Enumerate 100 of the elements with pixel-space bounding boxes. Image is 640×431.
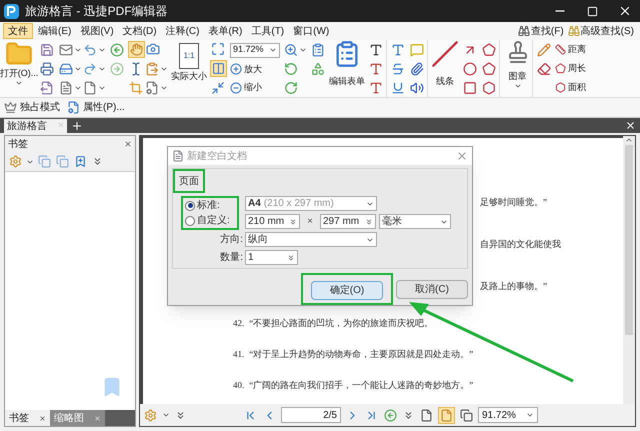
menu-item[interactable]: 编辑(E) [34,23,76,39]
single-page-icon[interactable] [420,408,433,422]
image-field-icon[interactable] [311,62,325,76]
count-spinbox[interactable]: 1 [245,250,298,266]
sound-icon[interactable] [410,80,424,94]
line-icon[interactable] [431,40,459,68]
ok-button[interactable]: 确定(O) [311,281,383,300]
text-field-icon[interactable] [369,62,383,76]
menu-item[interactable]: 工具(T) [247,23,288,39]
zoom-out-icon[interactable] [230,82,242,94]
pencil-icon[interactable] [537,42,551,56]
printer-icon[interactable] [40,62,54,76]
zoom-in-icon[interactable] [284,42,298,56]
text-box-icon[interactable] [369,42,383,56]
maximize-icon[interactable] [587,6,598,16]
scanner-icon[interactable] [59,62,73,76]
measure-button[interactable]: 距离 [568,42,586,56]
document-settings-icon[interactable] [67,101,80,114]
properties-button[interactable]: 属性(P)... [83,100,125,115]
hexagon-icon[interactable] [555,82,566,93]
form-field-icon[interactable] [311,42,325,56]
polyline-icon[interactable] [482,42,496,56]
scrollbar-thumb[interactable] [625,145,633,335]
redo-icon[interactable] [83,62,97,76]
actual-size-icon[interactable]: 1:1 [179,43,199,69]
fit-visible-icon[interactable] [211,80,225,95]
hand-tool-button[interactable] [128,41,145,58]
rotate-right-icon[interactable] [284,80,298,94]
new-page-icon[interactable] [83,80,97,94]
open-button[interactable]: 打开(O)... [0,68,38,79]
document-icon[interactable] [59,80,73,94]
callout-icon[interactable] [369,80,383,94]
menu-item[interactable]: 文档(D) [118,23,161,39]
settings-icon[interactable] [9,155,22,168]
spin-icon[interactable] [365,218,373,226]
menu-item[interactable]: 窗口(W) [289,23,334,39]
zoom-field[interactable]: 91.72% [478,407,538,423]
find-button[interactable]: 查找(F) [530,24,567,38]
rectangle-icon[interactable] [463,80,477,94]
zoom-in-button[interactable]: 放大 [244,62,262,76]
measure-button[interactable]: 周长 [568,62,586,76]
back-icon[interactable] [384,408,397,422]
document-tab[interactable]: 旅游格言 [4,119,67,133]
paperclip-icon[interactable] [410,62,424,76]
crop-icon[interactable] [129,80,143,95]
two-page-icon[interactable] [460,408,473,422]
size-dropdown[interactable]: A4 (210 x 297 mm) [245,196,377,212]
measure-button[interactable]: 面积 [568,80,586,94]
close-icon[interactable] [625,120,636,131]
zoom-field[interactable]: 91.72% [230,42,280,58]
close-icon[interactable] [618,4,632,18]
binoculars-icon[interactable] [518,25,530,37]
radio-button[interactable] [185,200,195,211]
mail-icon[interactable] [59,42,73,56]
height-spinbox[interactable]: 297 mm [320,214,376,230]
add-bookmark-icon[interactable] [74,155,87,168]
more-icon[interactable] [92,156,103,167]
polygon-icon[interactable] [482,62,496,76]
exclusive-mode-button[interactable]: 独占模式 [20,100,60,115]
menu-item[interactable]: 文件 [3,23,33,39]
crown-icon[interactable] [4,101,17,114]
zoom-out-button[interactable]: 缩小 [244,81,262,94]
new-tab-icon[interactable] [71,120,83,132]
rotate-left-icon[interactable] [284,62,298,76]
close-icon[interactable] [124,140,132,148]
undo-icon[interactable] [83,42,97,56]
cancel-button[interactable]: 取消(C) [396,280,468,298]
ellipse-icon[interactable] [463,62,477,76]
more-icon[interactable] [175,410,186,420]
continuous-page-button[interactable] [438,406,455,424]
pentagon-icon[interactable] [555,63,566,74]
menu-item[interactable]: 注释(C) [162,23,204,39]
more-icon[interactable] [403,410,414,420]
advanced-find-button[interactable]: 高级查找(S) [580,24,637,38]
camera-icon[interactable] [146,42,160,56]
scroll-up-icon[interactable] [625,136,633,144]
page-field[interactable]: 2/5 [281,407,341,423]
menu-item[interactable]: 表单(R) [204,23,246,39]
close-icon[interactable] [39,414,46,422]
strikethrough-icon[interactable] [391,62,405,76]
menu-item[interactable]: 视图(V) [76,23,118,39]
line-tool-button[interactable]: 线条 [436,74,454,88]
save-icon[interactable] [40,42,54,56]
spin-icon[interactable] [287,254,295,262]
last-page-icon[interactable] [365,408,378,422]
zoom-in-icon[interactable] [230,63,242,76]
export-icon[interactable] [40,80,54,94]
stamp-button[interactable]: 图章 [508,70,526,82]
paste-icon[interactable] [145,62,159,76]
underline-icon[interactable] [391,80,405,94]
unit-dropdown[interactable]: 毫米 [379,214,451,230]
width-spinbox[interactable]: 210 mm [245,214,300,230]
eraser-icon[interactable] [537,62,551,76]
back-icon[interactable] [110,42,124,56]
orientation-dropdown[interactable]: 纵向 [245,232,377,248]
radio-button[interactable] [185,216,195,226]
actual-size-button[interactable]: 实际大小 [171,69,207,83]
fit-page-icon[interactable] [211,42,225,56]
highlight-text-icon[interactable] [391,42,405,56]
settings-icon[interactable] [144,408,157,422]
